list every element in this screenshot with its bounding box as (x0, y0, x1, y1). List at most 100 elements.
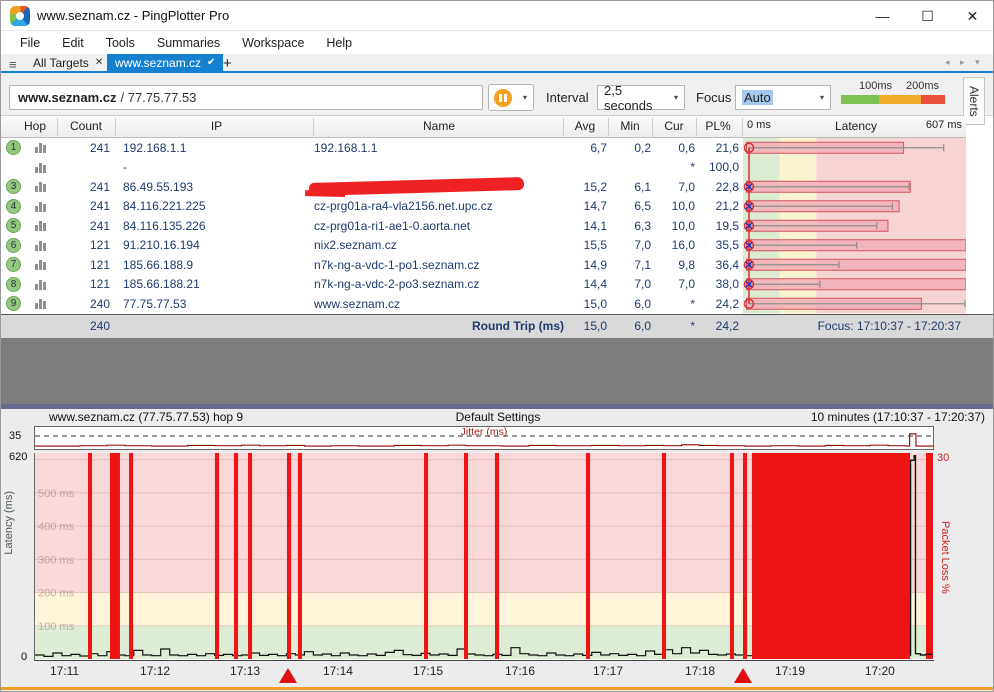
cur-cell: * (653, 160, 695, 174)
pl-cell: 21,6 (697, 141, 739, 155)
packet-loss-axis-label: Packet Loss % (939, 521, 951, 594)
focus-range-text: Focus: 17:10:37 - 17:20:37 (743, 319, 961, 333)
latency-scale-labels: 100ms 200ms (841, 80, 945, 92)
target-input[interactable]: www.seznam.cz / 77.75.77.53 (9, 85, 483, 110)
x-axis-tick: 17:18 (685, 664, 715, 678)
timeline-plot[interactable]: 100 ms200 ms300 ms400 ms500 ms (34, 453, 934, 661)
minimize-button[interactable]: — (860, 1, 905, 31)
tab-check-icon: ✔ (207, 57, 215, 68)
latency-scale-bar[interactable] (841, 95, 945, 104)
app-icon (10, 6, 30, 26)
tab-scroll-arrows[interactable]: ◂ ▸ (945, 57, 969, 67)
mini-chart-icon[interactable] (35, 260, 46, 270)
x-axis-tick: 17:11 (50, 664, 79, 678)
mini-chart-icon[interactable] (35, 202, 46, 212)
svg-text:200 ms: 200 ms (38, 588, 75, 600)
hamburger-icon[interactable]: ≡ (9, 57, 17, 72)
avg-cell: 14,9 (561, 258, 607, 272)
header-hop[interactable]: Hop (15, 119, 55, 133)
cur-cell: 9,8 (653, 258, 695, 272)
tab-seznam[interactable]: www.seznam.cz ✔ (107, 54, 223, 71)
focus-range-bar[interactable] (1, 687, 994, 690)
header-lat-max: 607 ms (906, 119, 962, 131)
mini-chart-icon[interactable] (35, 221, 46, 231)
tab-all-targets[interactable]: All Targets ✕ (25, 54, 111, 71)
header-lat-min: 0 ms (747, 119, 771, 131)
rt-pl: 24,2 (697, 319, 739, 333)
interval-label: Interval (546, 90, 589, 105)
hop-badge: 8 (6, 277, 21, 292)
target-ip: / 77.75.77.53 (121, 90, 197, 105)
pause-dropdown-button[interactable]: ▾ (517, 84, 534, 111)
close-button[interactable]: ✕ (950, 1, 994, 31)
tab-close-icon[interactable]: ✕ (95, 57, 103, 68)
cur-cell: 10,0 (653, 199, 695, 213)
graph-range-label[interactable]: 10 minutes (17:10:37 - 17:20:37) (811, 410, 985, 424)
pl-cell: 22,8 (697, 180, 739, 194)
header-pl[interactable]: PL% (697, 119, 739, 133)
pl-cell: 19,5 (697, 219, 739, 233)
mini-chart-icon[interactable] (35, 163, 46, 173)
menu-tools[interactable]: Tools (95, 34, 146, 52)
focus-select[interactable]: Auto ▾ (735, 85, 831, 110)
count-cell: 240 (58, 297, 110, 311)
header-cur[interactable]: Cur (653, 119, 695, 133)
header-name[interactable]: Name (314, 119, 564, 133)
interval-value: 2,5 seconds (604, 83, 668, 113)
menu-summaries[interactable]: Summaries (146, 34, 231, 52)
pl-cell: 38,0 (697, 277, 739, 291)
latency-axis-zero: 0 (21, 651, 27, 663)
avg-cell: 15,2 (561, 180, 607, 194)
rt-label: Round Trip (ms) (314, 319, 564, 333)
x-axis-tick: 17:12 (140, 664, 170, 678)
hop-badge: 1 (6, 140, 21, 155)
menu-file[interactable]: File (9, 34, 51, 52)
alerts-side-tab[interactable]: Alerts (963, 77, 985, 125)
ip-cell: 77.75.77.53 (123, 297, 313, 311)
focus-marker-triangle[interactable] (279, 668, 297, 683)
name-cell: nix2.seznam.cz (314, 238, 564, 252)
tab-list-dropdown-icon[interactable]: ▾ (975, 57, 984, 67)
min-cell: 7,0 (609, 277, 651, 291)
scale-100ms: 100ms (859, 80, 892, 92)
maximize-button[interactable]: ☐ (905, 1, 950, 31)
menu-edit[interactable]: Edit (51, 34, 95, 52)
latency-column-chart (743, 138, 966, 314)
menu-help[interactable]: Help (315, 34, 363, 52)
header-count[interactable]: Count (58, 119, 114, 133)
focus-marker-triangle[interactable] (734, 668, 752, 683)
pl-cell: 100,0 (697, 160, 739, 174)
pingplotter-window: www.seznam.cz - PingPlotter Pro — ☐ ✕ Fi… (0, 0, 994, 692)
pl-cell: 36,4 (697, 258, 739, 272)
count-cell: 121 (58, 238, 110, 252)
count-cell: 241 (58, 180, 110, 194)
header-min[interactable]: Min (609, 119, 651, 133)
pause-button[interactable] (488, 84, 518, 111)
pause-icon (494, 89, 512, 107)
cur-cell: * (653, 297, 695, 311)
name-cell: cz-prg01a-ri1-ae1-0.aorta.net (314, 219, 564, 233)
mini-chart-icon[interactable] (35, 280, 46, 290)
header-latency[interactable]: Latency (801, 119, 911, 133)
round-trip-row[interactable]: 240 Round Trip (ms) 15,0 6,0 * 24,2 Focu… (1, 314, 994, 338)
min-cell: 6,5 (609, 199, 651, 213)
interval-select[interactable]: 2,5 seconds ▾ (597, 85, 685, 110)
scale-segment (879, 95, 921, 104)
pl-cell: 21,2 (697, 199, 739, 213)
header-ip[interactable]: IP (119, 119, 314, 133)
mini-chart-icon[interactable] (35, 241, 46, 251)
min-cell: 6,3 (609, 219, 651, 233)
title-bar: www.seznam.cz - PingPlotter Pro — ☐ ✕ (1, 1, 994, 31)
mini-chart-icon[interactable] (35, 182, 46, 192)
menu-workspace[interactable]: Workspace (231, 34, 315, 52)
scale-segment (921, 95, 945, 104)
ip-cell: 185.66.188.21 (123, 277, 313, 291)
x-axis-tick: 17:15 (413, 664, 443, 678)
name-cell: n7k-ng-a-vdc-2-po3.seznam.cz (314, 277, 564, 291)
mini-chart-icon[interactable] (35, 143, 46, 153)
tab-seznam-label: www.seznam.cz (115, 56, 201, 70)
new-tab-button[interactable]: + (223, 55, 232, 72)
avg-cell: 6,7 (561, 141, 607, 155)
mini-chart-icon[interactable] (35, 299, 46, 309)
header-avg[interactable]: Avg (563, 119, 607, 133)
